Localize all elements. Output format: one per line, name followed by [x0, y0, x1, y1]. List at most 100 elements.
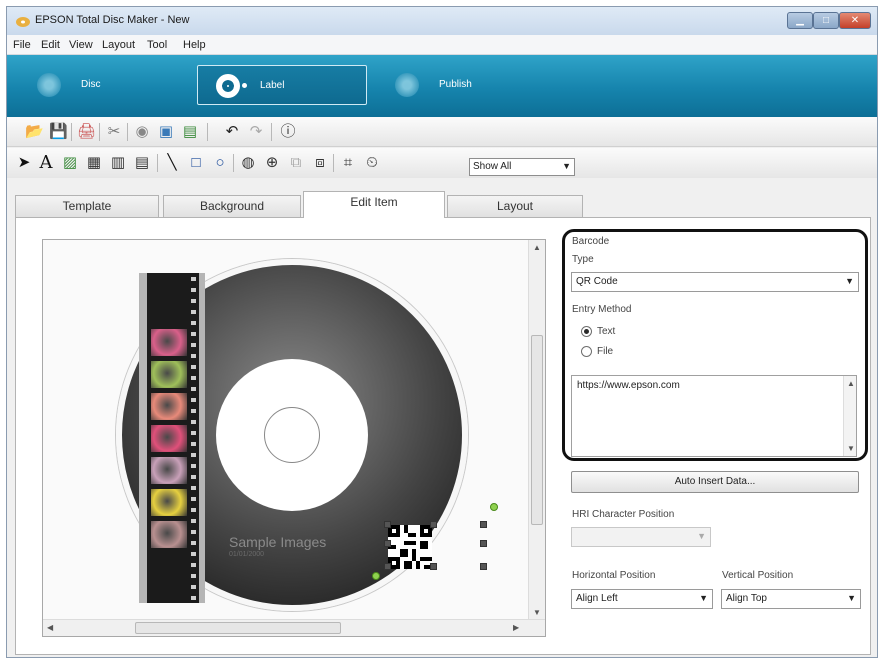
chevron-down-icon: ▼ — [847, 593, 856, 603]
image-tool-icon[interactable]: ▨ — [61, 154, 79, 172]
selection-handle[interactable] — [430, 521, 437, 528]
mode-disc-button[interactable]: Disc — [19, 65, 179, 105]
publish-icon — [395, 73, 419, 97]
film-photo-thumbnail — [151, 489, 187, 516]
align-icon[interactable]: ⊕ — [263, 154, 281, 172]
menu-file[interactable]: File — [13, 39, 31, 51]
menu-tool[interactable]: Tool — [147, 39, 167, 51]
canvas-vertical-scrollbar[interactable]: ▲ ▼ — [528, 240, 545, 621]
film-perforation — [191, 530, 196, 534]
arrange-icon[interactable]: ⧈ — [311, 154, 329, 172]
close-button[interactable]: ✕ — [839, 12, 871, 29]
title-bar: EPSON Total Disc Maker - New ▁ □ ✕ — [7, 7, 877, 35]
import-icon[interactable]: ▤ — [181, 123, 199, 141]
selection-handle[interactable] — [480, 563, 487, 570]
redo-icon[interactable]: ↷ — [247, 123, 265, 141]
film-strip-image[interactable] — [139, 273, 205, 603]
drawing-toolbar: ➤ A ▨ ▦ ▥ ▤ ╲ □ ○ ◍ ⊕ ⧉ ⧈ ⌗ ⏲ — [7, 148, 877, 178]
tab-template[interactable]: Template — [15, 195, 159, 217]
undo-icon[interactable]: ↶ — [223, 123, 241, 141]
sample-date-text[interactable]: 01/01/2000 — [229, 551, 264, 558]
pointer-icon[interactable]: ➤ — [15, 154, 33, 172]
film-perforation — [191, 552, 196, 556]
selection-handle[interactable] — [480, 540, 487, 547]
film-perforation — [191, 563, 196, 567]
film-perforation — [191, 299, 196, 303]
barcode-type-select[interactable]: QR Code ▼ — [571, 272, 859, 292]
selection-handle[interactable] — [384, 521, 391, 528]
disc-center-hole — [264, 407, 320, 463]
scroll-down-icon[interactable]: ▼ — [847, 444, 855, 453]
scroll-down-icon[interactable]: ▼ — [533, 608, 541, 617]
minimize-button[interactable]: ▁ — [787, 12, 813, 29]
tab-layout[interactable]: Layout — [447, 195, 583, 217]
print-icon[interactable]: 🖨 — [77, 123, 96, 141]
film-perforation — [191, 354, 196, 358]
tab-background[interactable]: Background — [163, 195, 301, 217]
horizontal-position-select[interactable]: Align Left ▼ — [571, 589, 713, 609]
text-tool-icon[interactable]: A — [37, 154, 55, 172]
label-canvas[interactable]: Sample Images 01/01/2000 ▲ ▼ ◀ ▶ — [42, 239, 546, 637]
help-icon[interactable]: ⓘ — [279, 123, 297, 141]
selection-handle[interactable] — [384, 540, 391, 547]
hri-position-select[interactable]: ▼ — [571, 527, 711, 547]
layout-tool-icon[interactable]: ▤ — [133, 154, 151, 172]
rotate-handle[interactable] — [490, 503, 498, 511]
rotate-handle[interactable] — [372, 572, 380, 580]
film-perforation — [191, 376, 196, 380]
menu-view[interactable]: View — [69, 39, 93, 51]
barcode-tool-icon[interactable]: ▥ — [109, 154, 127, 172]
selection-handle[interactable] — [430, 563, 437, 570]
canvas-horizontal-scrollbar[interactable]: ◀ ▶ — [43, 619, 545, 636]
chevron-down-icon: ▼ — [562, 161, 571, 171]
scroll-up-icon[interactable]: ▲ — [847, 379, 855, 388]
radio-text[interactable] — [581, 326, 592, 337]
menu-layout[interactable]: Layout — [102, 39, 135, 51]
disc-settings-icon[interactable]: ◉ — [133, 123, 151, 141]
main-toolbar: 📂 💾 🖨 ✂ ◉ ▣ ▤ ↶ ↷ ⓘ — [7, 117, 877, 147]
separator — [207, 123, 208, 141]
scroll-right-icon[interactable]: ▶ — [513, 623, 519, 632]
maximize-button[interactable]: □ — [813, 12, 839, 29]
disc-icon — [37, 73, 61, 97]
ellipse-tool-icon[interactable]: ○ — [211, 154, 229, 172]
barcode-data-textarea[interactable]: https://www.epson.com ▲ ▼ — [571, 375, 857, 457]
menu-help[interactable]: Help — [183, 39, 206, 51]
show-filter-select[interactable]: Show All ▼ — [469, 158, 575, 176]
qr-code-item[interactable] — [388, 525, 432, 569]
arc-text-icon[interactable]: ◍ — [239, 154, 257, 172]
tools-icon[interactable]: ✂ — [105, 123, 123, 141]
save-icon[interactable]: 💾 — [49, 123, 68, 141]
tab-edit-item[interactable]: Edit Item — [303, 191, 445, 218]
scrollbar-thumb[interactable] — [135, 622, 341, 634]
sample-title-text[interactable]: Sample Images — [229, 534, 326, 550]
film-perforation — [191, 398, 196, 402]
scrollbar-thumb[interactable] — [531, 335, 543, 525]
chevron-down-icon: ▼ — [697, 531, 706, 541]
auto-insert-data-button[interactable]: Auto Insert Data... — [571, 471, 859, 493]
selection-handle[interactable] — [384, 563, 391, 570]
scroll-up-icon[interactable]: ▲ — [533, 243, 541, 252]
vertical-position-select[interactable]: Align Top ▼ — [721, 589, 861, 609]
film-perforation — [191, 453, 196, 457]
film-photo-thumbnail — [151, 393, 187, 420]
crop-icon[interactable]: ⌗ — [339, 154, 357, 172]
textarea-scrollbar[interactable]: ▲ ▼ — [843, 376, 856, 456]
menu-edit[interactable]: Edit — [41, 39, 60, 51]
line-tool-icon[interactable]: ╲ — [163, 154, 181, 172]
film-perforation — [191, 431, 196, 435]
open-icon[interactable]: 📂 — [25, 123, 44, 141]
entry-method-label: Entry Method — [572, 304, 632, 315]
table-tool-icon[interactable]: ▦ — [85, 154, 103, 172]
film-perforation — [191, 541, 196, 545]
mode-publish-button[interactable]: Publish — [377, 65, 537, 105]
image-icon[interactable]: ▣ — [157, 123, 175, 141]
radio-text-label: Text — [597, 326, 616, 337]
scroll-left-icon[interactable]: ◀ — [47, 623, 53, 632]
mode-label-button[interactable]: Label — [197, 65, 367, 105]
group-icon[interactable]: ⧉ — [287, 154, 305, 172]
clock-icon[interactable]: ⏲ — [363, 154, 381, 172]
selection-handle[interactable] — [480, 521, 487, 528]
radio-file[interactable] — [581, 346, 592, 357]
rectangle-tool-icon[interactable]: □ — [187, 154, 205, 172]
